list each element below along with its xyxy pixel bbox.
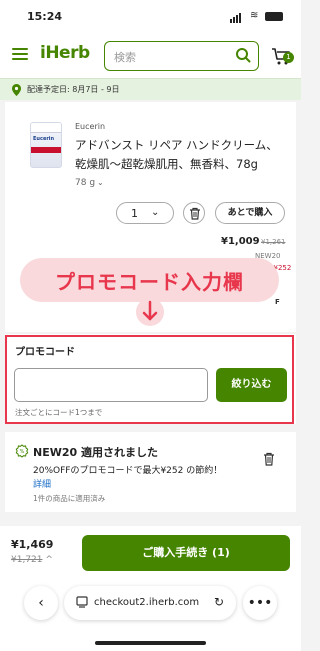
promo-note: 注文ごとにコード1つまで bbox=[15, 408, 103, 417]
arrow-down-icon bbox=[142, 300, 158, 321]
url-bar[interactable]: checkout2.iherb.com ↻ bbox=[64, 586, 236, 620]
browser-toolbar: ‹ checkout2.iherb.com ↻ ••• bbox=[0, 586, 301, 631]
back-button[interactable]: ‹ bbox=[24, 586, 58, 620]
quantity-select[interactable]: 1 ⌄ bbox=[116, 202, 174, 224]
product-brand[interactable]: Eucerin bbox=[75, 122, 105, 131]
product-list-price: ¥1,261 bbox=[261, 238, 286, 246]
home-indicator bbox=[95, 641, 206, 645]
applied-promo-heading: NEW20 適用されました bbox=[33, 446, 158, 459]
svg-text:%: % bbox=[20, 449, 25, 455]
logo[interactable]: iHerb bbox=[40, 43, 90, 63]
annotation-label: プロモコード入力欄 bbox=[55, 270, 244, 294]
promo-details-link[interactable]: 詳細 bbox=[33, 477, 51, 490]
product-size: 78 g bbox=[75, 178, 96, 188]
product-size-selector[interactable]: 78 g ⌄ bbox=[75, 178, 104, 188]
trash-icon bbox=[190, 207, 200, 220]
original-total: ¥1,721 bbox=[11, 555, 43, 565]
chevron-down-icon: ⌄ bbox=[97, 178, 104, 187]
applied-promo-card: % NEW20 適用されました 20%OFFのプロモコードで最大¥252 の節約… bbox=[5, 432, 296, 512]
product-price: ¥1,009 bbox=[221, 236, 260, 247]
trash-icon[interactable] bbox=[263, 452, 275, 466]
location-pin-icon bbox=[12, 84, 21, 96]
promo-tag-icon: % bbox=[15, 444, 29, 458]
delivery-date: 配達予定日: 8月7日 - 9日 bbox=[27, 85, 120, 94]
truncated-text: F bbox=[275, 298, 280, 306]
cart-icon[interactable]: 1 bbox=[271, 46, 294, 66]
applied-promo-description: 20%OFFのプロモコードで最大¥252 の節約！ bbox=[33, 466, 223, 476]
checkout-button[interactable]: ご購入手続き (1) bbox=[82, 535, 290, 571]
menu-icon[interactable] bbox=[12, 48, 28, 60]
quantity-value: 1 bbox=[131, 207, 138, 220]
product-image-label: Eucerin bbox=[33, 136, 55, 142]
product-image[interactable]: Eucerin bbox=[30, 122, 62, 168]
more-button[interactable]: ••• bbox=[243, 586, 277, 620]
signal-icon bbox=[230, 12, 242, 23]
save-for-later-button[interactable]: あとで購入 bbox=[215, 202, 285, 224]
chevron-down-icon: ⌄ bbox=[151, 207, 160, 218]
promo-code-input[interactable] bbox=[14, 368, 208, 402]
annotation-callout: プロモコード入力欄 bbox=[20, 258, 279, 302]
search-input[interactable]: 検索 bbox=[104, 41, 259, 71]
search-icon[interactable] bbox=[235, 47, 251, 63]
order-total: ¥1,469 bbox=[11, 538, 54, 551]
tab-icon bbox=[76, 596, 88, 608]
more-icon: ••• bbox=[247, 595, 273, 611]
applied-promo-note: 1件の商品に適用済み bbox=[33, 494, 106, 503]
status-bar: 15:24 ≋ bbox=[0, 0, 301, 34]
cart-count-badge: 1 bbox=[283, 52, 294, 63]
promo-title: プロモコード bbox=[15, 347, 75, 358]
product-title[interactable]: アドバンスト リペア ハンドクリーム、乾燥肌〜超乾燥肌用、無香料、78g bbox=[75, 136, 283, 174]
status-time: 15:24 bbox=[27, 10, 63, 23]
battery-icon bbox=[265, 12, 283, 21]
apply-promo-button[interactable]: 絞り込む bbox=[216, 368, 287, 402]
wifi-icon: ≋ bbox=[250, 10, 259, 21]
url-text: checkout2.iherb.com bbox=[94, 597, 200, 608]
chevron-left-icon: ‹ bbox=[38, 595, 44, 611]
chevron-up-icon: ^ bbox=[45, 555, 53, 565]
search-placeholder: 検索 bbox=[114, 51, 136, 64]
remove-item-button[interactable] bbox=[183, 202, 205, 224]
top-bar: iHerb 検索 1 bbox=[0, 34, 301, 78]
original-total-toggle[interactable]: ¥1,721 ^ bbox=[11, 555, 53, 565]
delivery-banner: 配達予定日: 8月7日 - 9日 bbox=[0, 78, 301, 100]
reload-icon[interactable]: ↻ bbox=[214, 595, 224, 609]
